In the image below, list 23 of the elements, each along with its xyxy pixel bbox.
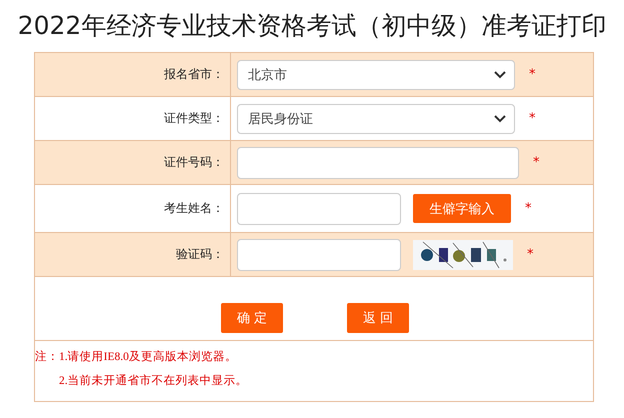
required-mark: *	[529, 67, 536, 82]
required-mark: *	[529, 111, 536, 126]
input-field[interactable]	[237, 146, 519, 178]
confirm-button[interactable]: 确 定	[221, 303, 283, 333]
input-field[interactable]	[237, 192, 401, 224]
field-label: 证件号码：	[164, 154, 224, 171]
field-label: 验证码：	[176, 246, 224, 263]
note-text: 2.当前未开通省市不在列表中显示。	[58, 373, 249, 389]
input-field[interactable]	[237, 238, 401, 270]
required-mark: *	[533, 155, 540, 170]
required-mark: *	[527, 247, 534, 262]
note-text: 注：1.请使用IE8.0及更高版本浏览器。	[35, 349, 238, 365]
field-label: 证件类型：	[164, 110, 224, 127]
select-field[interactable]: 居民身份证	[237, 104, 515, 134]
chevron-down-icon	[494, 70, 506, 78]
back-button[interactable]: 返 回	[347, 303, 409, 333]
rare-character-button[interactable]: 生僻字输入	[413, 194, 511, 223]
select-field[interactable]: 北京市	[237, 60, 515, 90]
field-label: 考生姓名：	[164, 200, 224, 217]
chevron-down-icon	[494, 114, 506, 122]
page-title: 2022年经济专业技术资格考试（初中级）准考证打印	[16, 10, 608, 42]
field-label: 报名省市：	[164, 66, 224, 83]
required-mark: *	[525, 201, 532, 216]
